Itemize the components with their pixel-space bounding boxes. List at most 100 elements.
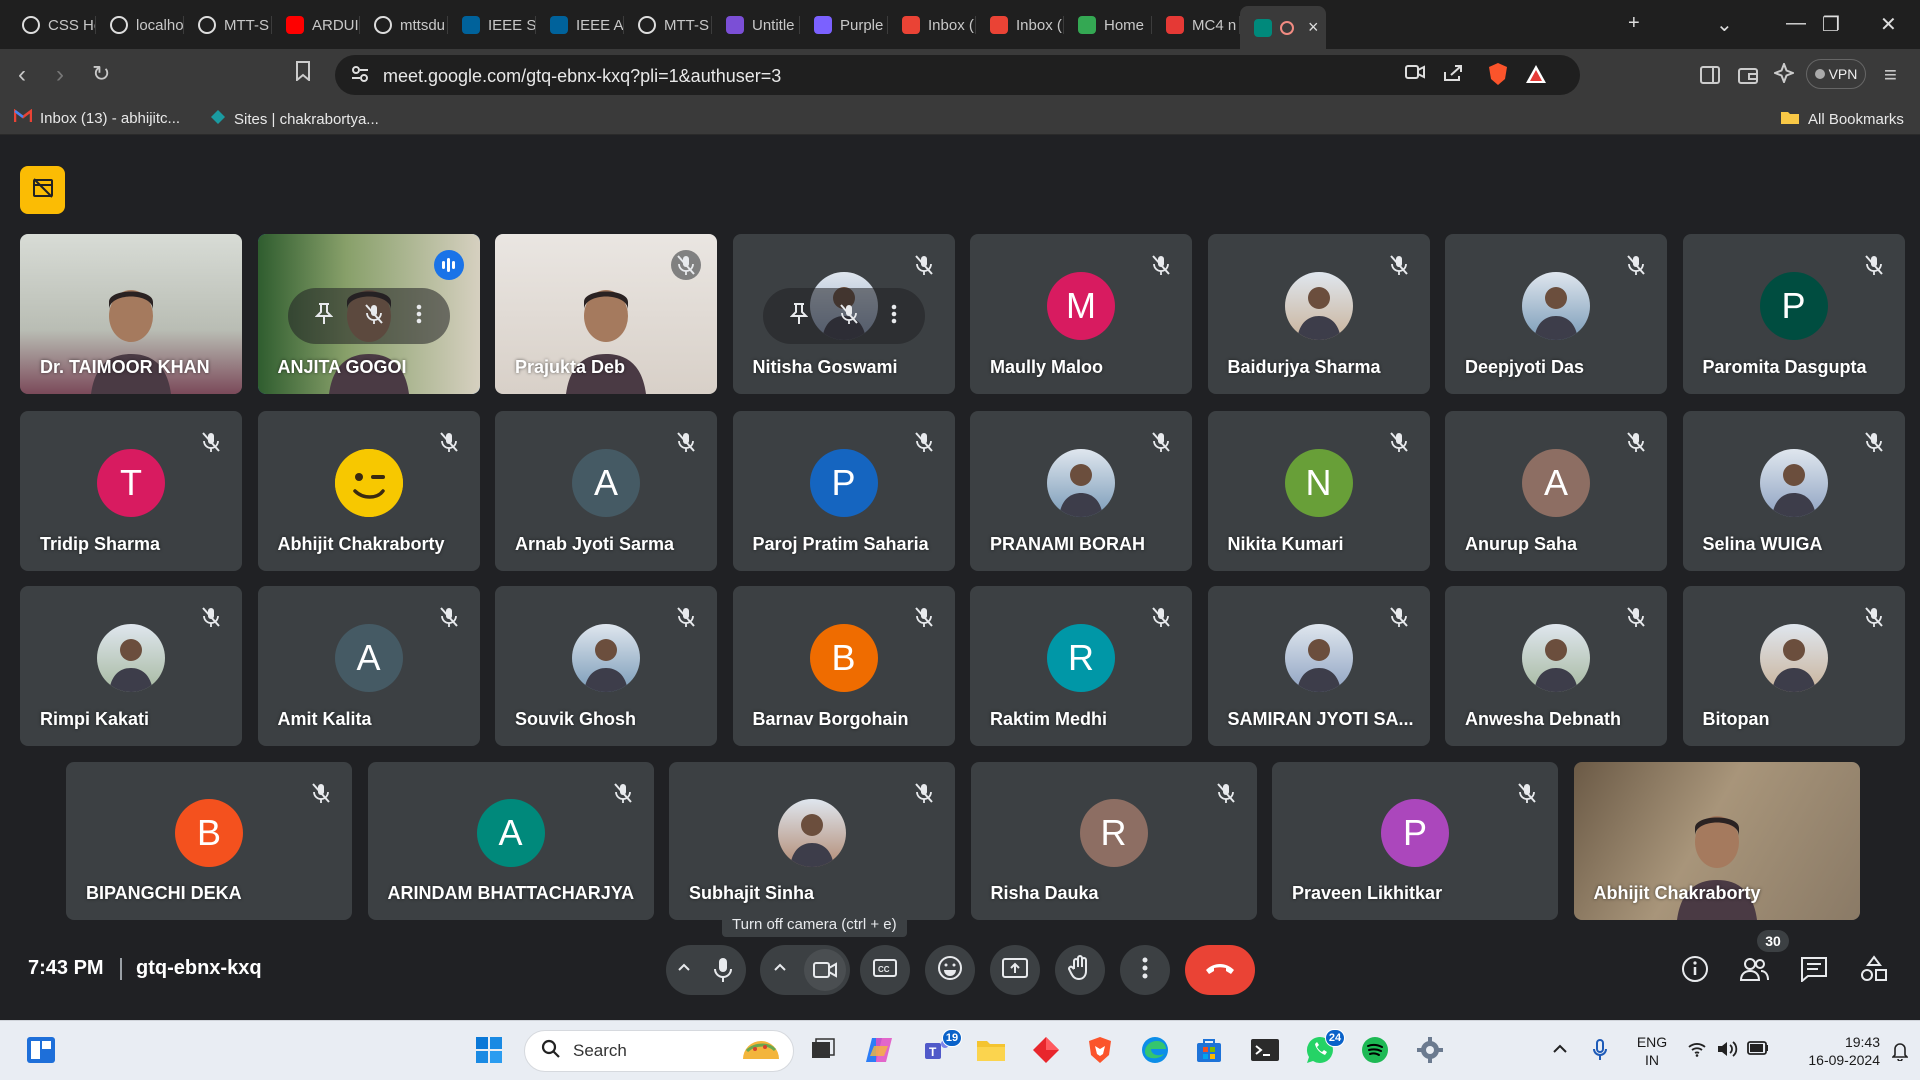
participant-tile[interactable]: B BIPANGCHI DEKA [66,762,352,920]
wifi-icon[interactable] [1688,1041,1706,1062]
browser-tab[interactable]: Home [1064,10,1152,40]
mic-button[interactable] [710,956,740,986]
reload-icon[interactable]: ↻ [92,61,110,87]
show-hidden-icons-icon[interactable] [1552,1041,1568,1059]
participant-tile[interactable]: SAMIRAN JYOTI SA... [1207,586,1430,746]
participant-tile[interactable]: Rimpi Kakati [20,586,242,746]
video-off-badge[interactable] [20,166,65,214]
participant-tile[interactable]: P Paromita Dasgupta [1682,234,1905,394]
participant-tile[interactable]: Souvik Ghosh [495,586,717,746]
participant-tile[interactable]: PRANAMI BORAH [970,411,1192,571]
pin-icon[interactable] [789,302,809,331]
volume-icon[interactable] [1716,1040,1738,1063]
site-settings-icon[interactable] [351,65,369,88]
browser-tab[interactable]: ARDUI [272,10,360,40]
participant-tile[interactable]: A Amit Kalita [257,586,480,746]
sidebar-icon[interactable] [1700,63,1720,91]
participant-tile[interactable]: M Maully Maloo [970,234,1192,394]
participant-tile[interactable]: Selina WUIGA [1682,411,1905,571]
more-vert-icon[interactable] [891,304,897,329]
participant-tile[interactable]: P Praveen Likhitkar [1272,762,1558,920]
participant-tile[interactable]: Abhijit Chakraborty [257,411,480,571]
leave-call-button[interactable] [1185,945,1255,995]
terminal-button[interactable] [1248,1035,1282,1069]
leo-ai-icon[interactable] [1772,61,1796,90]
microphone-tray-icon[interactable] [1592,1039,1608,1066]
activities-button[interactable] [1858,954,1890,987]
participant-tile[interactable]: N Nikita Kumari [1207,411,1430,571]
new-tab-icon[interactable]: + [1628,12,1640,35]
present-button[interactable] [990,945,1040,995]
meeting-details-button[interactable] [1679,955,1711,987]
whatsapp-button[interactable]: 24 [1303,1029,1345,1069]
people-button[interactable] [1738,955,1770,987]
wallet-icon[interactable] [1738,63,1758,91]
browser-tab[interactable]: × [1240,6,1326,49]
brave-rewards-icon[interactable] [1525,64,1547,90]
browser-tab[interactable]: Inbox ( [888,10,976,40]
menu-icon[interactable]: ≡ [1884,62,1897,88]
participant-tile[interactable]: Subhajit Sinha [669,762,955,920]
taskbar-search[interactable]: Search [524,1030,794,1072]
edge-button[interactable] [1138,1035,1172,1069]
browser-tab[interactable]: MTT-S [624,10,712,40]
audio-options-chevron-icon[interactable] [676,959,692,980]
browser-tab[interactable]: MTT-S [184,10,272,40]
widgets-button[interactable] [24,1035,58,1069]
all-bookmarks[interactable]: All Bookmarks [1780,109,1904,129]
browser-tab[interactable]: Purple [800,10,888,40]
close-tab-icon[interactable]: × [1308,17,1319,38]
chat-button[interactable] [1798,955,1830,987]
browser-tab[interactable]: IEEE Av [536,10,624,40]
participant-tile[interactable]: A ARINDAM BHATTACHARJYA [367,762,654,920]
pin-icon[interactable] [314,302,334,331]
reactions-button[interactable] [925,945,975,995]
participant-tile[interactable]: A Arnab Jyoti Sarma [495,411,717,571]
browser-tab[interactable]: CSS He [8,10,96,40]
participant-tile[interactable]: ANJITA GOGOI [257,234,480,394]
language-indicator[interactable]: ENG IN [1634,1033,1670,1069]
participant-tile[interactable]: A Anurup Saha [1445,411,1667,571]
participant-tile[interactable]: Abhijit Chakraborty [1573,762,1860,920]
system-clock[interactable]: 19:43 16-09-2024 [1780,1033,1880,1069]
browser-tab[interactable]: Untitle [712,10,800,40]
participant-tile[interactable]: Dr. TAIMOOR KHAN [20,234,242,394]
participant-tile[interactable]: Bitopan [1682,586,1905,746]
brave-browser-button[interactable] [1083,1035,1117,1069]
more-vert-icon[interactable] [416,304,422,329]
captions-button[interactable]: CC [860,945,910,995]
back-icon[interactable]: ‹ [18,61,26,89]
browser-tab[interactable]: Inbox ( [976,10,1064,40]
store-button[interactable] [1192,1035,1226,1069]
video-options-chevron-icon[interactable] [772,959,788,980]
url-text[interactable]: meet.google.com/gtq-ebnx-kxq?pli=1&authu… [383,66,781,87]
camera-in-use-icon[interactable] [1405,64,1425,86]
participant-tile[interactable]: Deepjyoti Das [1445,234,1667,394]
spotify-button[interactable] [1358,1035,1392,1069]
participant-tile[interactable]: B Barnav Borgohain [732,586,955,746]
copilot-button[interactable] [862,1035,896,1069]
forward-icon[interactable]: › [56,61,64,89]
camera-button[interactable] [804,949,846,991]
participant-tile[interactable]: Prajukta Deb [495,234,717,394]
close-window-icon[interactable]: ✕ [1880,12,1897,37]
omnibox[interactable]: meet.google.com/gtq-ebnx-kxq?pli=1&authu… [335,55,1580,95]
bookmark-sites[interactable]: Sites | chakrabortya... [210,109,379,129]
mute-participant-icon[interactable] [364,303,384,330]
mute-participant-icon[interactable] [839,303,859,330]
participant-tile[interactable]: P Paroj Pratim Saharia [732,411,955,571]
task-view-button[interactable] [805,1035,839,1069]
app-button-red[interactable] [1029,1035,1063,1069]
battery-icon[interactable] [1747,1041,1769,1060]
raise-hand-button[interactable] [1055,945,1105,995]
browser-tab[interactable]: IEEE SA [448,10,536,40]
participant-tile[interactable]: T Tridip Sharma [20,411,242,571]
bookmark-inbox[interactable]: Inbox (13) - abhijitc... [13,108,180,127]
minimize-icon[interactable]: — [1786,12,1806,35]
bookmark-icon[interactable] [296,61,310,87]
teams-button[interactable]: T 19 [920,1029,962,1069]
participant-tile[interactable]: Anwesha Debnath [1445,586,1667,746]
settings-button[interactable] [1413,1035,1447,1069]
browser-tab[interactable]: localho [96,10,184,40]
notifications-icon[interactable] [1891,1041,1909,1066]
